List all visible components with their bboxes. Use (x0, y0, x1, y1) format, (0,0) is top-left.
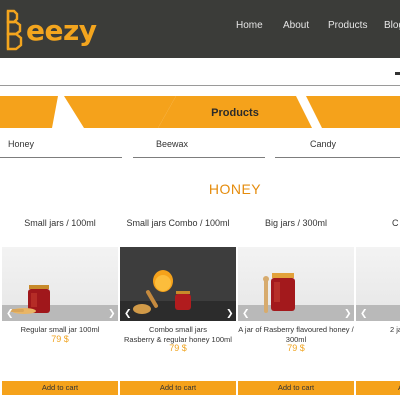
product-image[interactable] (238, 247, 354, 321)
tab-left[interactable] (0, 96, 58, 128)
product-name-line: Combo small jars (149, 325, 207, 334)
search-underline (0, 85, 400, 86)
honey-jar-icon (10, 285, 50, 314)
search-bar[interactable] (0, 58, 400, 94)
product-image[interactable] (2, 247, 118, 321)
chevron-left-icon[interactable]: ❮ (242, 309, 250, 318)
category-beewax[interactable]: Beewax (156, 139, 188, 149)
product-name: Combo small jars Rasberry & regular hone… (120, 325, 236, 345)
search-cursor (395, 72, 400, 75)
nav-about[interactable]: About (283, 20, 309, 31)
site-header: eezy Home About Products Blog (0, 0, 400, 58)
chevron-right-icon[interactable]: ❯ (344, 309, 352, 318)
add-to-cart-button[interactable]: Add to cart (120, 381, 236, 395)
add-to-cart-button[interactable]: Add to cart (2, 381, 118, 395)
product-price: 79 $ (51, 334, 69, 344)
product-name-line: A jar of Rasberry flavoured honey / (238, 325, 354, 334)
tab-second[interactable] (64, 96, 176, 128)
nav-home[interactable]: Home (236, 20, 263, 31)
category-honey[interactable]: Honey (8, 139, 34, 149)
product-name: 2 ja (390, 325, 400, 335)
section-title: HONEY (208, 181, 262, 197)
nav-products[interactable]: Products (328, 20, 367, 31)
category-candy[interactable]: Candy (310, 139, 336, 149)
product-name-line: 2 ja (390, 325, 400, 334)
nav-blog[interactable]: Blog (384, 20, 400, 31)
column-heading: Big jars / 300ml (264, 218, 328, 228)
category-divider (133, 157, 265, 158)
category-tabs: Honey Beewax Candy (0, 128, 400, 158)
column-heading: Small jars Combo / 100ml (126, 218, 230, 228)
chevron-left-icon[interactable]: ❮ (6, 309, 14, 318)
product-price: 79 $ (169, 343, 187, 353)
product-name: A jar of Rasberry flavoured honey / 300m… (238, 325, 354, 345)
chevron-right-icon[interactable]: ❯ (226, 309, 234, 318)
category-divider (0, 157, 122, 158)
honey-jar-icon (263, 273, 295, 313)
column-heading: Small jars / 100ml (24, 218, 96, 228)
main-nav: Home About Products Blog (0, 0, 400, 58)
chevron-left-icon[interactable]: ❮ (124, 309, 132, 318)
honey-jar-icon (133, 270, 191, 314)
tab-right[interactable] (306, 96, 400, 128)
product-price: 79 $ (287, 343, 305, 353)
add-to-cart-button[interactable]: Add to cart (356, 381, 400, 395)
chevron-right-icon[interactable]: ❯ (108, 309, 116, 318)
add-to-cart-button[interactable]: Add to cart (238, 381, 354, 395)
column-heading: C (392, 218, 399, 228)
chevron-left-icon[interactable]: ❮ (360, 309, 368, 318)
product-image[interactable] (120, 247, 236, 321)
category-divider (275, 157, 400, 158)
tab-products-label: Products (211, 107, 259, 119)
